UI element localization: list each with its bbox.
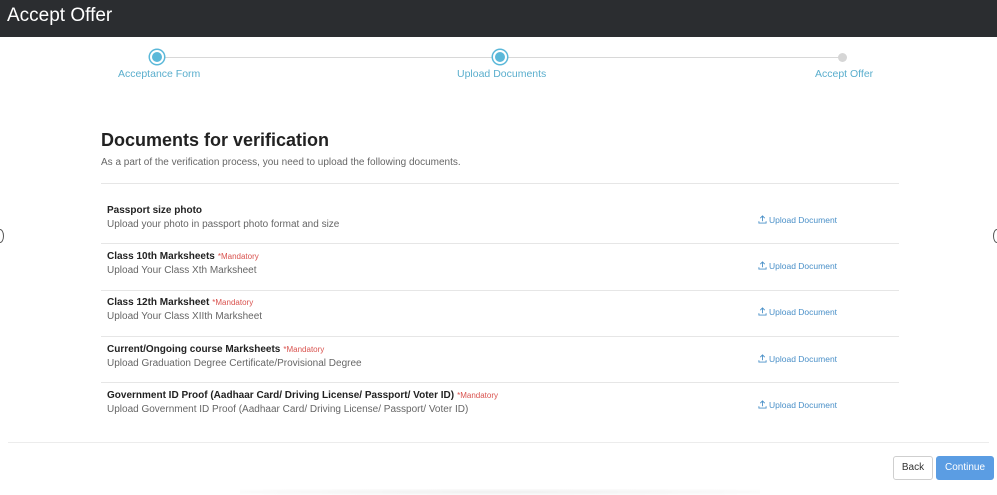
back-button[interactable]: Back bbox=[893, 456, 933, 480]
bottom-shadow bbox=[240, 489, 760, 495]
step-3-indicator bbox=[838, 53, 847, 62]
document-name: Government ID Proof (Aadhaar Card/ Drivi… bbox=[107, 390, 499, 401]
mandatory-badge: *Mandatory bbox=[457, 391, 499, 400]
upload-document-link[interactable]: Upload Document bbox=[758, 354, 837, 364]
footer-divider bbox=[8, 442, 989, 443]
step-1-label[interactable]: Acceptance Form bbox=[118, 68, 200, 80]
step-2-indicator bbox=[493, 50, 507, 64]
document-description: Upload Your Class XIIth Marksheet bbox=[107, 311, 263, 322]
list-item: Class 12th Marksheet *Mandatory Upload Yo… bbox=[101, 292, 899, 338]
document-description: Upload Government ID Proof (Aadhaar Card… bbox=[107, 404, 469, 415]
document-name: Current/Ongoing course Marksheets *Mandat… bbox=[107, 344, 325, 355]
mandatory-badge: *Mandatory bbox=[217, 252, 259, 261]
upload-icon bbox=[758, 307, 767, 316]
mandatory-badge: *Mandatory bbox=[283, 345, 325, 354]
upload-document-link[interactable]: Upload Document bbox=[758, 307, 837, 317]
document-description: Upload Graduation Degree Certificate/Pro… bbox=[107, 358, 362, 369]
step-1-indicator bbox=[150, 50, 164, 64]
upload-icon bbox=[758, 215, 767, 224]
section-title: Documents for verification bbox=[101, 130, 330, 150]
document-name: Passport size photo bbox=[107, 205, 203, 216]
step-connector bbox=[157, 57, 500, 58]
list-item: Current/Ongoing course Marksheets *Mandat… bbox=[101, 339, 899, 385]
continue-button[interactable]: Continue bbox=[936, 456, 994, 480]
step-2-label[interactable]: Upload Documents bbox=[457, 68, 546, 80]
prev-arrow-icon[interactable] bbox=[0, 229, 4, 243]
divider bbox=[101, 243, 899, 244]
divider bbox=[101, 336, 899, 337]
upload-document-link[interactable]: Upload Document bbox=[758, 400, 837, 410]
document-name: Class 10th Marksheets *Mandatory bbox=[107, 251, 259, 262]
list-item: Class 10th Marksheets *Mandatory Upload Y… bbox=[101, 246, 899, 292]
progress-stepper: Acceptance Form Upload Documents Accept … bbox=[0, 37, 997, 97]
upload-document-link[interactable]: Upload Document bbox=[758, 261, 837, 271]
mandatory-badge: *Mandatory bbox=[212, 298, 254, 307]
document-description: Upload Your Class Xth Marksheet bbox=[107, 265, 257, 276]
list-item: Government ID Proof (Aadhaar Card/ Drivi… bbox=[101, 385, 899, 431]
divider bbox=[101, 290, 899, 291]
step-connector bbox=[500, 57, 843, 58]
document-name: Class 12th Marksheet *Mandatory bbox=[107, 297, 254, 308]
upload-document-link[interactable]: Upload Document bbox=[758, 215, 837, 225]
header-bar: Accept Offer bbox=[0, 0, 997, 37]
document-description: Upload your photo in passport photo form… bbox=[107, 219, 340, 230]
upload-icon bbox=[758, 400, 767, 409]
list-item: Passport size photo Upload your photo in… bbox=[101, 200, 899, 246]
section-subtitle: As a part of the verification process, y… bbox=[101, 157, 461, 168]
upload-icon bbox=[758, 261, 767, 270]
step-3-label[interactable]: Accept Offer bbox=[815, 68, 873, 80]
next-arrow-icon[interactable] bbox=[993, 229, 997, 243]
page-title: Accept Offer bbox=[7, 5, 113, 26]
divider bbox=[101, 382, 899, 383]
upload-icon bbox=[758, 354, 767, 363]
divider bbox=[101, 183, 899, 184]
